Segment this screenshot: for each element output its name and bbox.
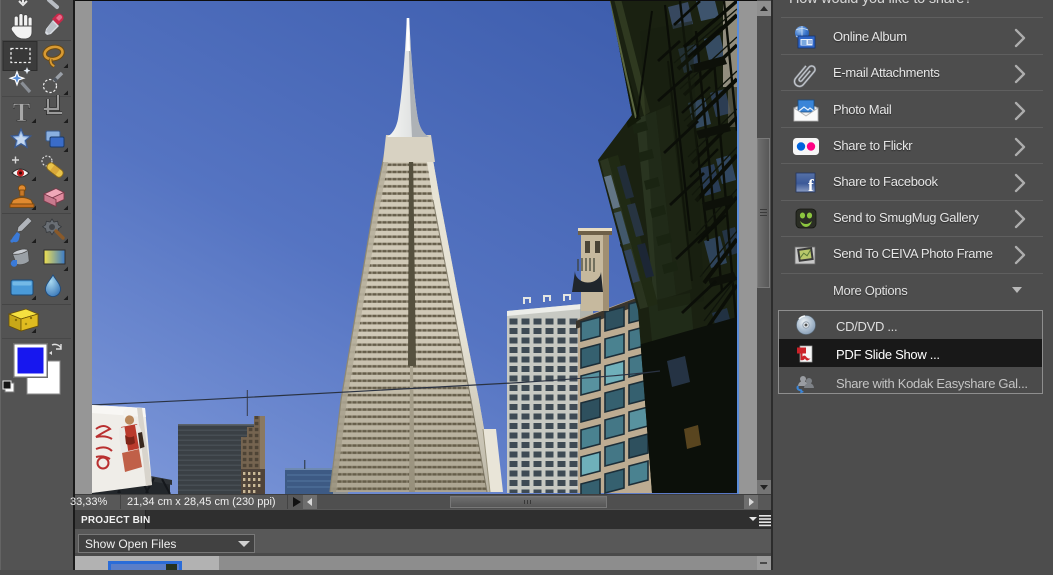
svg-text:T: T — [13, 98, 30, 127]
svg-text:f: f — [808, 176, 814, 195]
